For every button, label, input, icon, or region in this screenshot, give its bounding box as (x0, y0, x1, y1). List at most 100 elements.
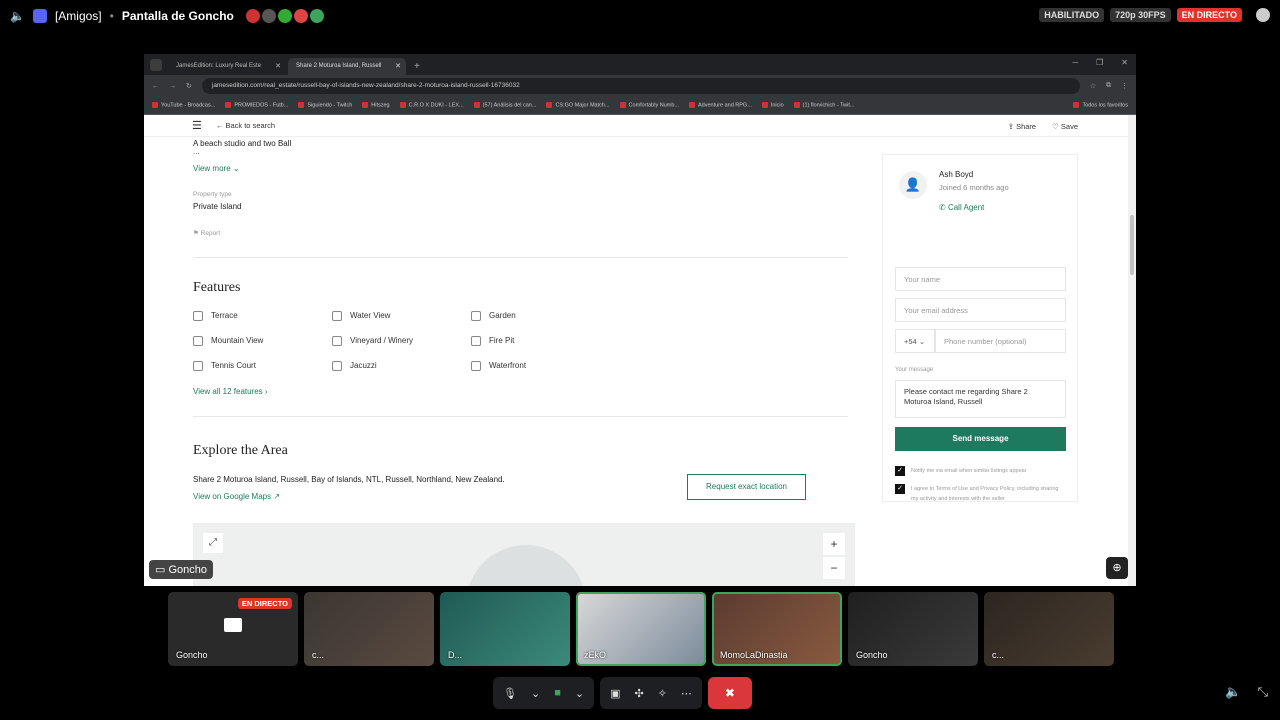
feature-label: Mountain View (211, 336, 264, 345)
bookmark[interactable]: Adventure and RPG... (689, 102, 752, 109)
country-code: +54 (904, 337, 917, 346)
zoom-out-button[interactable]: − (823, 557, 845, 579)
view-more-link[interactable]: View more ⌄ (193, 164, 855, 173)
bookmark[interactable]: PROMIEDOS - Futb... (225, 102, 288, 109)
feature-label: Tennis Court (211, 361, 256, 370)
exit-fullscreen-icon[interactable]: ⤡ (1258, 684, 1268, 700)
badge-icon (293, 9, 308, 23)
site-nav: ☰ ← Back to search ⇪ Share ♡ Save (144, 115, 1136, 137)
bookmark[interactable]: (57) Análisis del can... (474, 102, 537, 109)
extensions-icon[interactable]: ⧉ (1106, 82, 1111, 90)
bookmark[interactable]: Comfortably Numb... (620, 102, 679, 109)
media-controls: 🎙 ⌄ ■ ⌄ (493, 677, 595, 709)
soundboard-icon[interactable]: ✧ (658, 687, 667, 700)
bookmark[interactable]: Hitszeg (362, 102, 389, 109)
screen-share-icon[interactable]: ▣ (610, 687, 620, 700)
participant-tile[interactable]: zEkO (576, 592, 706, 666)
name-field[interactable]: Your name (895, 267, 1066, 291)
browser-window: JamesEdition: Luxury Real Este ✕ Share 2 … (144, 54, 1136, 586)
chat-icon[interactable] (1256, 8, 1270, 22)
participant-tile[interactable]: c... (984, 592, 1114, 666)
microphone-icon[interactable]: 🎙 (503, 687, 517, 700)
participant-tile[interactable]: D... (440, 592, 570, 666)
phone-field[interactable]: Phone number (optional) (935, 329, 1066, 353)
disconnect-button[interactable]: ✖ (707, 677, 752, 709)
tab-search-icon[interactable] (150, 59, 162, 71)
call-controls: 🎙 ⌄ ■ ⌄ ▣ ✣ ✧ ⋯ ✖ (493, 677, 752, 709)
share-button[interactable]: ⇪ Share (1008, 122, 1036, 131)
reload-icon[interactable]: ↻ (186, 82, 192, 90)
listing-page: ☰ ← Back to search ⇪ Share ♡ Save A beac… (144, 115, 1136, 586)
agent-name: Ash Boyd (939, 170, 974, 179)
description-ellipsis: ... (193, 147, 200, 156)
hamburger-icon[interactable]: ☰ (192, 119, 202, 132)
back-icon[interactable]: ← (152, 83, 159, 90)
separator: • (109, 9, 114, 23)
more-icon[interactable]: ⋯ (681, 687, 692, 700)
menu-icon[interactable]: ⋮ (1121, 82, 1128, 90)
call-agent-link[interactable]: ✆ Call Agent (939, 203, 984, 212)
bookmark[interactable]: Inicio (762, 102, 784, 109)
bookmark[interactable]: YouTube - Broadcas... (152, 102, 215, 109)
zoom-icon[interactable]: ⊕ (1106, 557, 1128, 579)
save-button[interactable]: ♡ Save (1052, 122, 1078, 131)
terms-checkbox[interactable]: ✓ (895, 484, 905, 494)
view-all-features-link[interactable]: View all 12 features › (193, 387, 855, 396)
camera-icon[interactable]: ■ (554, 687, 561, 699)
participant-name: D... (448, 650, 463, 660)
scrollbar-thumb[interactable] (1130, 215, 1134, 275)
email-field[interactable]: Your email address (895, 298, 1066, 322)
notify-checkbox[interactable]: ✓ (895, 466, 905, 476)
participant-tile[interactable]: c... (304, 592, 434, 666)
area-title: Explore the Area (193, 443, 288, 458)
speaker-icon[interactable]: 🔈 (10, 9, 25, 23)
bookmark[interactable]: C.R.O X DUKI - LEX... (400, 102, 464, 109)
message-field[interactable]: Please contact me regarding Share 2 Motu… (895, 380, 1066, 418)
star-icon[interactable]: ☆ (1090, 82, 1096, 90)
chevron-down-icon[interactable]: ⌄ (531, 687, 540, 700)
country-code-select[interactable]: +54 ⌄ (895, 329, 935, 353)
bookmark[interactable]: (1) florvichich - Twit... (794, 102, 855, 109)
send-message-button[interactable]: Send message (895, 427, 1066, 451)
fullscreen-icon[interactable]: ⤢ (203, 533, 223, 553)
report-link[interactable]: ⚑ Report (193, 229, 855, 237)
participant-tile[interactable]: MomoLaDinastia (712, 592, 842, 666)
new-tab-icon[interactable]: + (414, 61, 420, 72)
feature-item: Fire Pit (471, 335, 610, 346)
notify-label: Notify me via email when similar listing… (911, 468, 1027, 474)
call-agent-label: Call Agent (947, 203, 985, 212)
minimize-icon[interactable]: ─ (1072, 58, 1078, 67)
chevron-down-icon[interactable]: ⌄ (575, 687, 584, 700)
badge-icon (277, 9, 292, 23)
close-icon[interactable]: ✕ (395, 62, 401, 70)
activities-icon[interactable]: ✣ (634, 687, 643, 700)
participant-name: c... (992, 650, 1005, 660)
tab-listing[interactable]: Share 2 Moturoa Island, Russell ✕ (288, 58, 406, 75)
page-scrollbar[interactable] (1128, 115, 1136, 586)
water-view-icon (332, 310, 342, 321)
participant-tile[interactable]: EN DIRECTO Goncho (168, 592, 298, 666)
zoom-in-button[interactable]: + (823, 533, 845, 555)
restore-icon[interactable]: ❐ (1096, 58, 1103, 67)
report-label: Report (200, 230, 221, 237)
feature-label: Fire Pit (489, 336, 515, 345)
url-field[interactable]: jamesedition.com/real_estate/russell-bay… (201, 78, 1080, 94)
participant-strip: EN DIRECTO Goncho c... D... zEkO MomoLaDi… (168, 592, 1114, 666)
tab-jamesedition[interactable]: JamesEdition: Luxury Real Este ✕ (168, 58, 286, 75)
request-location-button[interactable]: Request exact location (687, 474, 806, 500)
area-map[interactable]: ⤢ + − (193, 523, 855, 586)
close-window-icon[interactable]: ✕ (1121, 58, 1128, 67)
forward-icon[interactable]: → (169, 83, 176, 90)
volume-icon[interactable]: 🔈 (1225, 684, 1241, 700)
agent-joined: Joined 6 months ago (939, 183, 1009, 192)
bookmark[interactable]: CS:GO Major Match... (546, 102, 609, 109)
badge-icon (245, 9, 260, 23)
bookmark[interactable]: Siguiendo - Twitch (298, 102, 352, 109)
back-to-search-link[interactable]: ← Back to search (216, 121, 275, 130)
stream-owner-tag: ▭ Goncho (149, 560, 213, 579)
view-all-label: View all 12 features (193, 387, 263, 396)
stream-title: Pantalla de Goncho (121, 9, 234, 23)
participant-tile[interactable]: Goncho (848, 592, 978, 666)
bookmark-folder[interactable]: Todos los favoritos (1073, 102, 1128, 109)
close-icon[interactable]: ✕ (275, 62, 281, 70)
